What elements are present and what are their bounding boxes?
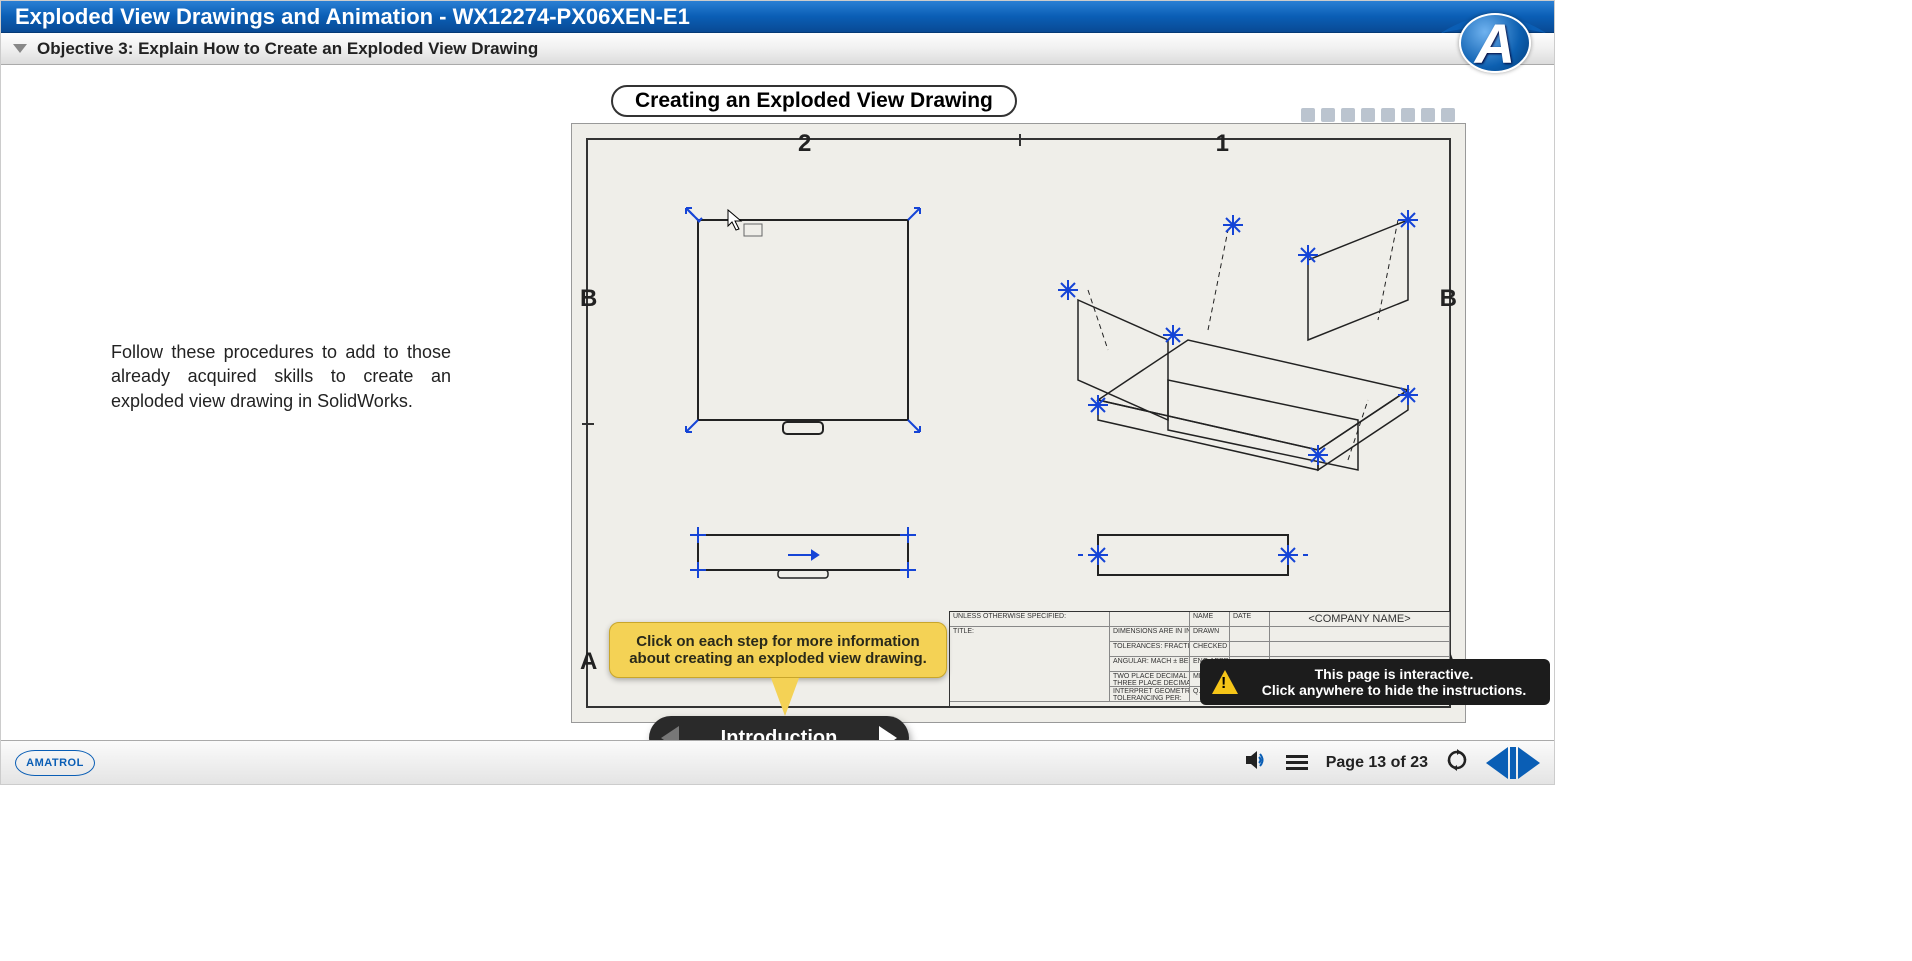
title-bar: Exploded View Drawings and Animation - W… (1, 1, 1554, 33)
zone-label-1: 1 (1216, 130, 1229, 158)
objective-bar[interactable]: Objective 3: Explain How to Create an Ex… (1, 33, 1554, 65)
zone-label-b-left: B (580, 285, 597, 313)
chevron-down-icon (13, 44, 27, 53)
footer-bar: AMATROL Page 13 of 23 (1, 740, 1554, 784)
zone-label-a-left: A (580, 648, 597, 676)
view-isometric-exploded (1008, 170, 1438, 480)
brand-logo: A (1441, 0, 1546, 77)
next-page-button[interactable] (1518, 747, 1540, 779)
main-content[interactable]: Follow these procedures to add to those … (1, 65, 1554, 740)
view-front (678, 515, 928, 605)
hint-tooltip: Click on each step for more information … (609, 622, 947, 678)
solidworks-toolbar-icons (1301, 108, 1455, 122)
hint-tooltip-tail (771, 678, 799, 716)
zone-label-b-right: B (1440, 285, 1457, 313)
page-indicator: Page 13 of 23 (1326, 754, 1428, 772)
menu-icon[interactable] (1286, 752, 1308, 774)
page-nav (1486, 747, 1540, 779)
reload-icon[interactable] (1446, 749, 1468, 776)
zone-label-2: 2 (798, 130, 811, 158)
amatrol-logo: AMATROL (15, 750, 95, 776)
view-top (678, 200, 928, 450)
prev-page-button[interactable] (1486, 747, 1508, 779)
instruction-paragraph: Follow these procedures to add to those … (111, 340, 451, 413)
audio-icon[interactable] (1244, 750, 1268, 775)
objective-text: Objective 3: Explain How to Create an Ex… (37, 39, 538, 59)
view-side (1078, 515, 1308, 605)
app-title: Exploded View Drawings and Animation - W… (15, 4, 690, 30)
interactive-instructions-banner[interactable]: This page is interactive. Click anywhere… (1200, 659, 1550, 705)
warning-icon (1212, 670, 1238, 694)
section-title: Creating an Exploded View Drawing (611, 85, 1017, 117)
